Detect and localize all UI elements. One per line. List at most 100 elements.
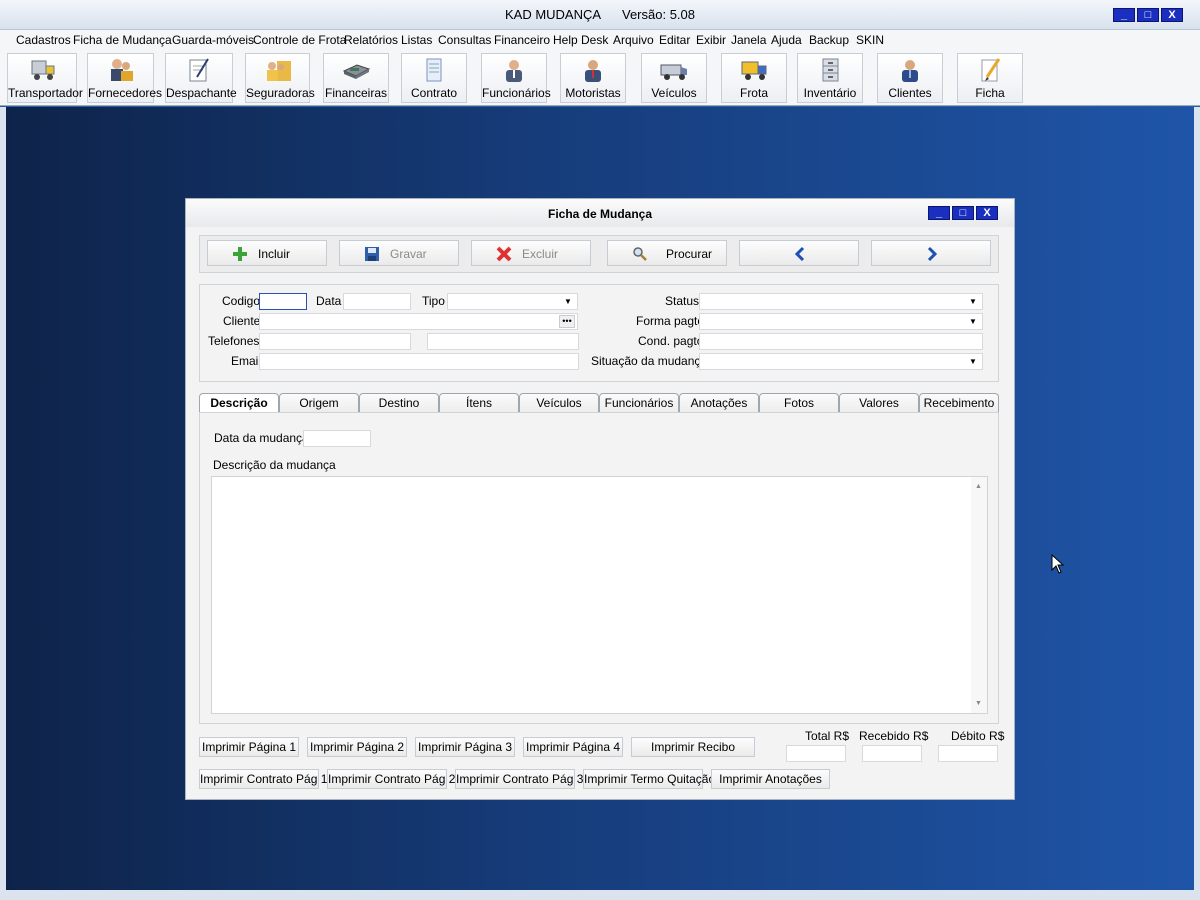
toolbar-ficha-button[interactable]: Ficha — [957, 53, 1023, 103]
status-select[interactable]: ▼ — [699, 293, 983, 310]
data-mudanca-label: Data da mudança — [214, 431, 309, 445]
tipo-label: Tipo — [422, 294, 445, 308]
data-label: Data — [316, 294, 342, 308]
excluir-button[interactable]: Excluir — [471, 240, 591, 266]
menu-relatorios[interactable]: Relatórios — [344, 33, 398, 47]
recebido-input[interactable] — [862, 745, 922, 762]
imprimir-pagina-2-button[interactable]: Imprimir Página 2 — [307, 737, 407, 757]
tab-panel-descricao: Data da mudança Descrição da mudança ▲ ▼ — [199, 412, 999, 724]
tab-anotacoes[interactable]: Anotações — [679, 393, 759, 413]
close-button[interactable]: X — [1161, 8, 1183, 22]
menu-ajuda[interactable]: Ajuda — [771, 33, 802, 47]
right-frame-edge — [1194, 107, 1200, 890]
tipo-select[interactable]: ▼ — [447, 293, 578, 310]
menu-controle-de-frota[interactable]: Controle de Frota — [253, 33, 346, 47]
toolbar-frota-button[interactable]: Frota — [721, 53, 787, 103]
tab-valores[interactable]: Valores — [839, 393, 919, 413]
imprimir-recibo-button[interactable]: Imprimir Recibo — [631, 737, 755, 757]
toolbar-financeiras-button[interactable]: Financeiras — [323, 53, 389, 103]
gravar-button[interactable]: Gravar — [339, 240, 459, 266]
forma-pagto-select[interactable]: ▼ — [699, 313, 983, 330]
menu-consultas[interactable]: Consultas — [438, 33, 491, 47]
delete-x-icon — [496, 246, 512, 262]
situacao-select[interactable]: ▼ — [699, 353, 983, 370]
employee-icon — [506, 60, 522, 82]
toolbar-inventario-button[interactable]: Inventário — [797, 53, 863, 103]
menu-skin[interactable]: SKIN — [856, 33, 884, 47]
lookup-ellipsis-button[interactable]: ••• — [559, 315, 575, 328]
cond-pagto-label: Cond. pagto — [638, 334, 704, 348]
data-input[interactable] — [343, 293, 411, 310]
child-maximize-button[interactable]: □ — [952, 206, 974, 220]
next-record-button[interactable] — [871, 240, 991, 266]
toolbar-transportador-button[interactable]: Transportador — [7, 53, 83, 103]
toolbar-fornecedores-button[interactable]: Fornecedores — [87, 53, 162, 103]
imprimir-anotacoes-button[interactable]: Imprimir Anotações — [711, 769, 830, 789]
telefone-2-input[interactable] — [427, 333, 579, 350]
menu-cadastros[interactable]: Cadastros — [16, 33, 71, 47]
cond-pagto-input[interactable] — [699, 333, 983, 350]
menu-editar[interactable]: Editar — [659, 33, 690, 47]
toolbar-clientes-button[interactable]: Clientes — [877, 53, 943, 103]
email-input[interactable] — [259, 353, 579, 370]
child-minimize-button[interactable]: _ — [928, 206, 950, 220]
imprimir-pagina-3-button[interactable]: Imprimir Página 3 — [415, 737, 515, 757]
toolbar-veiculos-button[interactable]: Veículos — [641, 53, 707, 103]
tab-veiculos[interactable]: Veículos — [519, 393, 599, 413]
imprimir-pagina-1-button[interactable]: Imprimir Página 1 — [199, 737, 299, 757]
minimize-button[interactable]: _ — [1113, 8, 1135, 22]
toolbar-despachante-button[interactable]: Despachante — [165, 53, 237, 103]
document-pen-icon — [189, 58, 209, 82]
chevron-down-icon: ▼ — [969, 317, 977, 326]
ficha-de-mudanca-window: Ficha de Mudança _ □ X Incluir Gravar Ex… — [185, 198, 1015, 800]
telefone-1-input[interactable] — [259, 333, 411, 350]
imprimir-contrato-pag-1-button[interactable]: Imprimir Contrato Pág 1 — [199, 769, 327, 789]
scroll-up-icon[interactable]: ▲ — [975, 483, 982, 490]
procurar-button[interactable]: Procurar — [607, 240, 727, 266]
save-disk-icon — [365, 247, 379, 261]
menu-guarda-moveis[interactable]: Guarda-móveis — [172, 33, 254, 47]
descricao-mudanca-textarea[interactable]: ▲ ▼ — [211, 476, 988, 714]
imprimir-contrato-pag-2-button[interactable]: Imprimir Contrato Pág 2 — [327, 769, 455, 789]
vertical-scrollbar[interactable]: ▲ ▼ — [971, 477, 987, 713]
maximize-button[interactable]: □ — [1137, 8, 1159, 22]
debito-label: Débito R$ — [951, 729, 1005, 743]
tab-fotos[interactable]: Fotos — [759, 393, 839, 413]
tab-destino[interactable]: Destino — [359, 393, 439, 413]
menu-ficha-de-mudanca[interactable]: Ficha de Mudança — [73, 33, 172, 47]
toolbar-contrato-button[interactable]: Contrato — [401, 53, 467, 103]
menu-help-desk[interactable]: Help Desk — [553, 33, 608, 47]
menu-arquivo[interactable]: Arquivo — [613, 33, 654, 47]
toolbar-motoristas-button[interactable]: Motoristas — [560, 53, 626, 103]
mouse-cursor-icon — [1051, 554, 1065, 574]
scroll-down-icon[interactable]: ▼ — [975, 700, 982, 707]
menu-listas[interactable]: Listas — [401, 33, 432, 47]
pencil-icon — [981, 58, 1001, 82]
incluir-button[interactable]: Incluir — [207, 240, 327, 266]
previous-record-button[interactable] — [739, 240, 859, 266]
menu-janela[interactable]: Janela — [731, 33, 766, 47]
imprimir-termo-quitacao-button[interactable]: Imprimir Termo Quitação — [583, 769, 715, 789]
tab-origem[interactable]: Origem — [279, 393, 359, 413]
codigo-input[interactable] — [259, 293, 307, 310]
toolbar-seguradoras-button[interactable]: Seguradoras — [245, 53, 315, 103]
debito-input[interactable] — [938, 745, 998, 762]
cliente-input[interactable]: ••• — [259, 313, 578, 330]
child-close-button[interactable]: X — [976, 206, 998, 220]
tab-descricao[interactable]: Descrição — [199, 393, 279, 414]
toolbar-funcionarios-button[interactable]: Funcionários — [481, 53, 551, 103]
menu-financeiro[interactable]: Financeiro — [494, 33, 550, 47]
imprimir-contrato-pag-3-button[interactable]: Imprimir Contrato Pág 3 — [455, 769, 583, 789]
header-fields: Codigo Data Tipo ▼ Cliente ••• Telefones… — [199, 284, 999, 382]
tab-itens[interactable]: Ítens — [439, 393, 519, 413]
data-mudanca-input[interactable] — [303, 430, 371, 447]
van-icon — [660, 64, 687, 80]
tab-recebimento[interactable]: Recebimento — [919, 393, 999, 413]
menu-exibir[interactable]: Exibir — [696, 33, 726, 47]
imprimir-pagina-4-button[interactable]: Imprimir Página 4 — [523, 737, 623, 757]
email-label: Email — [231, 354, 262, 368]
total-input[interactable] — [786, 745, 846, 762]
fleet-truck-icon — [741, 61, 767, 80]
tab-funcionarios[interactable]: Funcionários — [599, 393, 679, 413]
menu-backup[interactable]: Backup — [809, 33, 849, 47]
